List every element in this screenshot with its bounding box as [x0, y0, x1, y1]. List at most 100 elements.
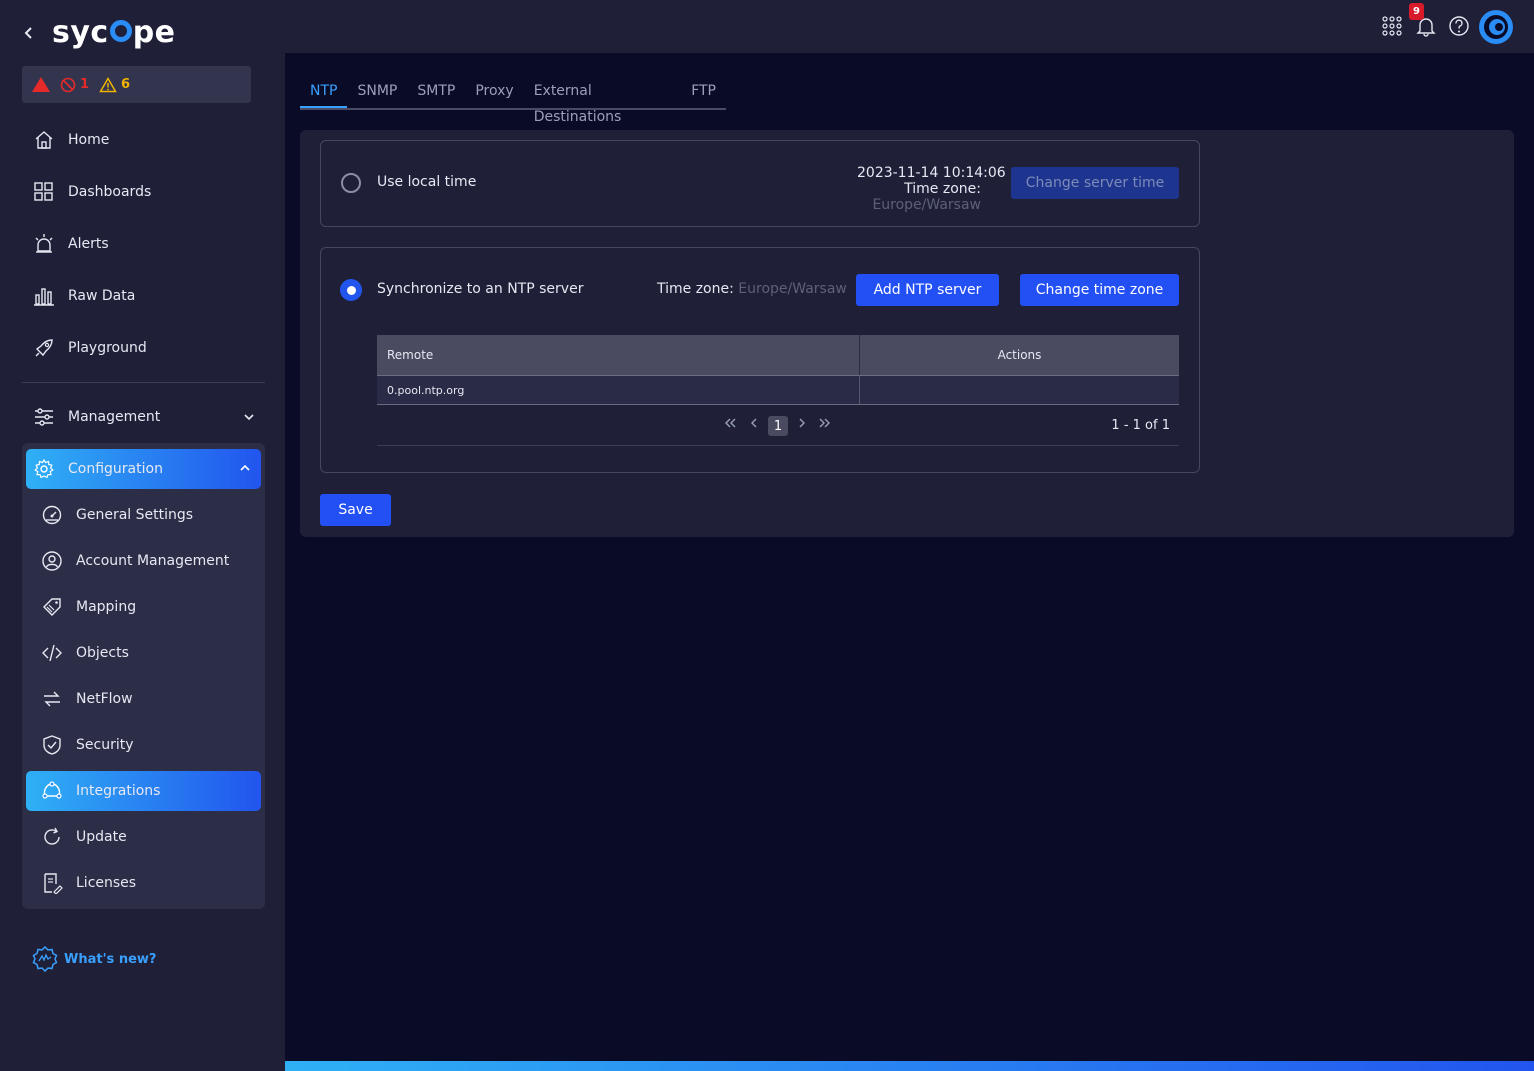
collapse-sidebar-button[interactable]: [20, 22, 38, 44]
logo-o-icon: [109, 19, 132, 42]
double-chevron-right-icon: [819, 418, 830, 428]
sub-item-general-settings-label: General Settings: [76, 507, 194, 523]
topbar: [285, 0, 1534, 53]
bar-chart-icon: [32, 284, 56, 308]
tab-ftp[interactable]: FTP: [681, 78, 726, 108]
local-time-label: Use local time: [377, 174, 477, 190]
nav-configuration[interactable]: Configuration: [26, 449, 261, 489]
sub-item-account-management[interactable]: Account Management: [26, 541, 261, 581]
sub-item-netflow[interactable]: NetFlow: [26, 679, 261, 719]
column-header-actions: Actions: [997, 348, 1042, 362]
license-document-icon: [40, 871, 64, 895]
sub-item-general-settings[interactable]: General Settings: [26, 495, 261, 535]
sidebar: syc pe 1 6 Home Dashboards Alerts Raw Dat…: [0, 0, 285, 1071]
new-badge-icon: [32, 946, 58, 972]
current-page[interactable]: 1: [768, 416, 788, 436]
sliders-icon: [32, 405, 56, 429]
ntp-sync-label: Synchronize to an NTP server: [377, 281, 584, 297]
tab-proxy[interactable]: Proxy: [465, 78, 523, 108]
tab-external-destinations[interactable]: External Destinations: [524, 78, 682, 125]
gauge-icon: [40, 503, 64, 527]
sub-item-integrations-label: Integrations: [76, 783, 161, 799]
blocked-icon: [60, 77, 76, 92]
pagination-count: 1 - 1 of 1: [1111, 418, 1170, 433]
nav-home-label: Home: [68, 132, 110, 148]
sub-item-integrations[interactable]: Integrations: [26, 771, 261, 811]
sub-item-security-label: Security: [76, 737, 134, 753]
ntp-time-zone-label: Time zone:: [657, 281, 734, 297]
sub-item-mapping-label: Mapping: [76, 599, 137, 615]
user-avatar[interactable]: [1479, 10, 1513, 44]
critical-alert-icon: [32, 77, 50, 92]
ntp-time-zone-value: Europe/Warsaw: [738, 281, 847, 297]
rocket-icon: [32, 336, 56, 360]
prev-page-button[interactable]: [748, 416, 760, 434]
local-time-radio[interactable]: [341, 173, 361, 193]
nav-alerts[interactable]: Alerts: [22, 222, 265, 266]
avatar-logo-icon: [1484, 15, 1508, 39]
last-page-button[interactable]: [818, 416, 832, 434]
logo-text-right: pe: [132, 15, 176, 50]
nav-home[interactable]: Home: [22, 118, 265, 162]
apps-grid-icon: [1382, 16, 1402, 36]
save-button[interactable]: Save: [320, 494, 391, 526]
error-count: 1: [80, 77, 90, 92]
table-header: Remote Actions: [377, 335, 1179, 375]
tab-smtp[interactable]: SMTP: [407, 78, 465, 108]
nav-alerts-label: Alerts: [68, 236, 109, 252]
sub-item-netflow-label: NetFlow: [76, 691, 133, 707]
sub-item-update[interactable]: Update: [26, 817, 261, 857]
nav-management[interactable]: Management: [22, 395, 265, 439]
logo[interactable]: syc pe: [52, 15, 176, 50]
first-page-button[interactable]: [723, 416, 737, 434]
sub-item-licenses-label: Licenses: [76, 875, 137, 891]
nav-playground-label: Playground: [68, 340, 147, 356]
chevron-left-icon: [24, 27, 32, 39]
bottom-accent-bar: [285, 1061, 1534, 1071]
table-pagination: 1 1 - 1 of 1: [377, 406, 1179, 446]
chevron-left-icon: [751, 418, 757, 428]
nav-dashboards-label: Dashboards: [68, 184, 152, 200]
settings-tabs: NTP SNMP SMTP Proxy External Destination…: [300, 78, 726, 125]
apps-grid-button[interactable]: [1380, 14, 1404, 38]
nav-raw-data[interactable]: Raw Data: [22, 274, 265, 318]
server-datetime: 2023-11-14 10:14:06: [857, 165, 1006, 181]
nav-configuration-label: Configuration: [68, 461, 163, 477]
refresh-icon: [40, 825, 64, 849]
add-ntp-server-button[interactable]: Add NTP server: [856, 274, 999, 306]
cell-actions: [860, 376, 1179, 404]
nav-dashboards[interactable]: Dashboards: [22, 170, 265, 214]
gear-icon: [32, 457, 56, 481]
tab-snmp[interactable]: SNMP: [347, 78, 407, 108]
code-icon: [40, 641, 64, 665]
help-button[interactable]: [1447, 14, 1471, 38]
sub-item-update-label: Update: [76, 829, 127, 845]
chevron-up-icon: [240, 464, 250, 471]
next-page-button[interactable]: [796, 416, 808, 434]
column-header-remote[interactable]: Remote: [377, 335, 860, 375]
sub-item-mapping[interactable]: Mapping: [26, 587, 261, 627]
configuration-group: Configuration General Settings Account M…: [22, 443, 265, 909]
ntp-sync-radio[interactable]: [340, 279, 362, 301]
nav-management-label: Management: [68, 409, 161, 425]
alert-summary[interactable]: 1 6: [22, 66, 251, 103]
change-time-zone-button[interactable]: Change time zone: [1020, 274, 1179, 306]
warning-count: 6: [121, 77, 131, 92]
sub-item-security[interactable]: Security: [26, 725, 261, 765]
sub-item-objects[interactable]: Objects: [26, 633, 261, 673]
chevron-right-icon: [799, 418, 805, 428]
cell-remote: 0.pool.ntp.org: [377, 376, 860, 404]
table-row[interactable]: 0.pool.ntp.org: [377, 375, 1179, 405]
whats-new-label: What's new?: [64, 951, 157, 967]
whats-new-link[interactable]: What's new?: [32, 946, 156, 972]
local-time-zone: Time zone: Europe/Warsaw: [803, 181, 981, 213]
local-time-zone-value: Europe/Warsaw: [872, 197, 981, 213]
local-time-zone-label: Time zone:: [904, 181, 981, 197]
sub-item-account-management-label: Account Management: [76, 553, 230, 569]
logo-text-left: syc: [52, 15, 109, 50]
nav-playground[interactable]: Playground: [22, 326, 265, 370]
sidebar-divider: [22, 382, 265, 383]
sub-item-licenses[interactable]: Licenses: [26, 863, 261, 903]
change-server-time-button[interactable]: Change server time: [1011, 167, 1179, 199]
tab-ntp[interactable]: NTP: [300, 78, 348, 108]
